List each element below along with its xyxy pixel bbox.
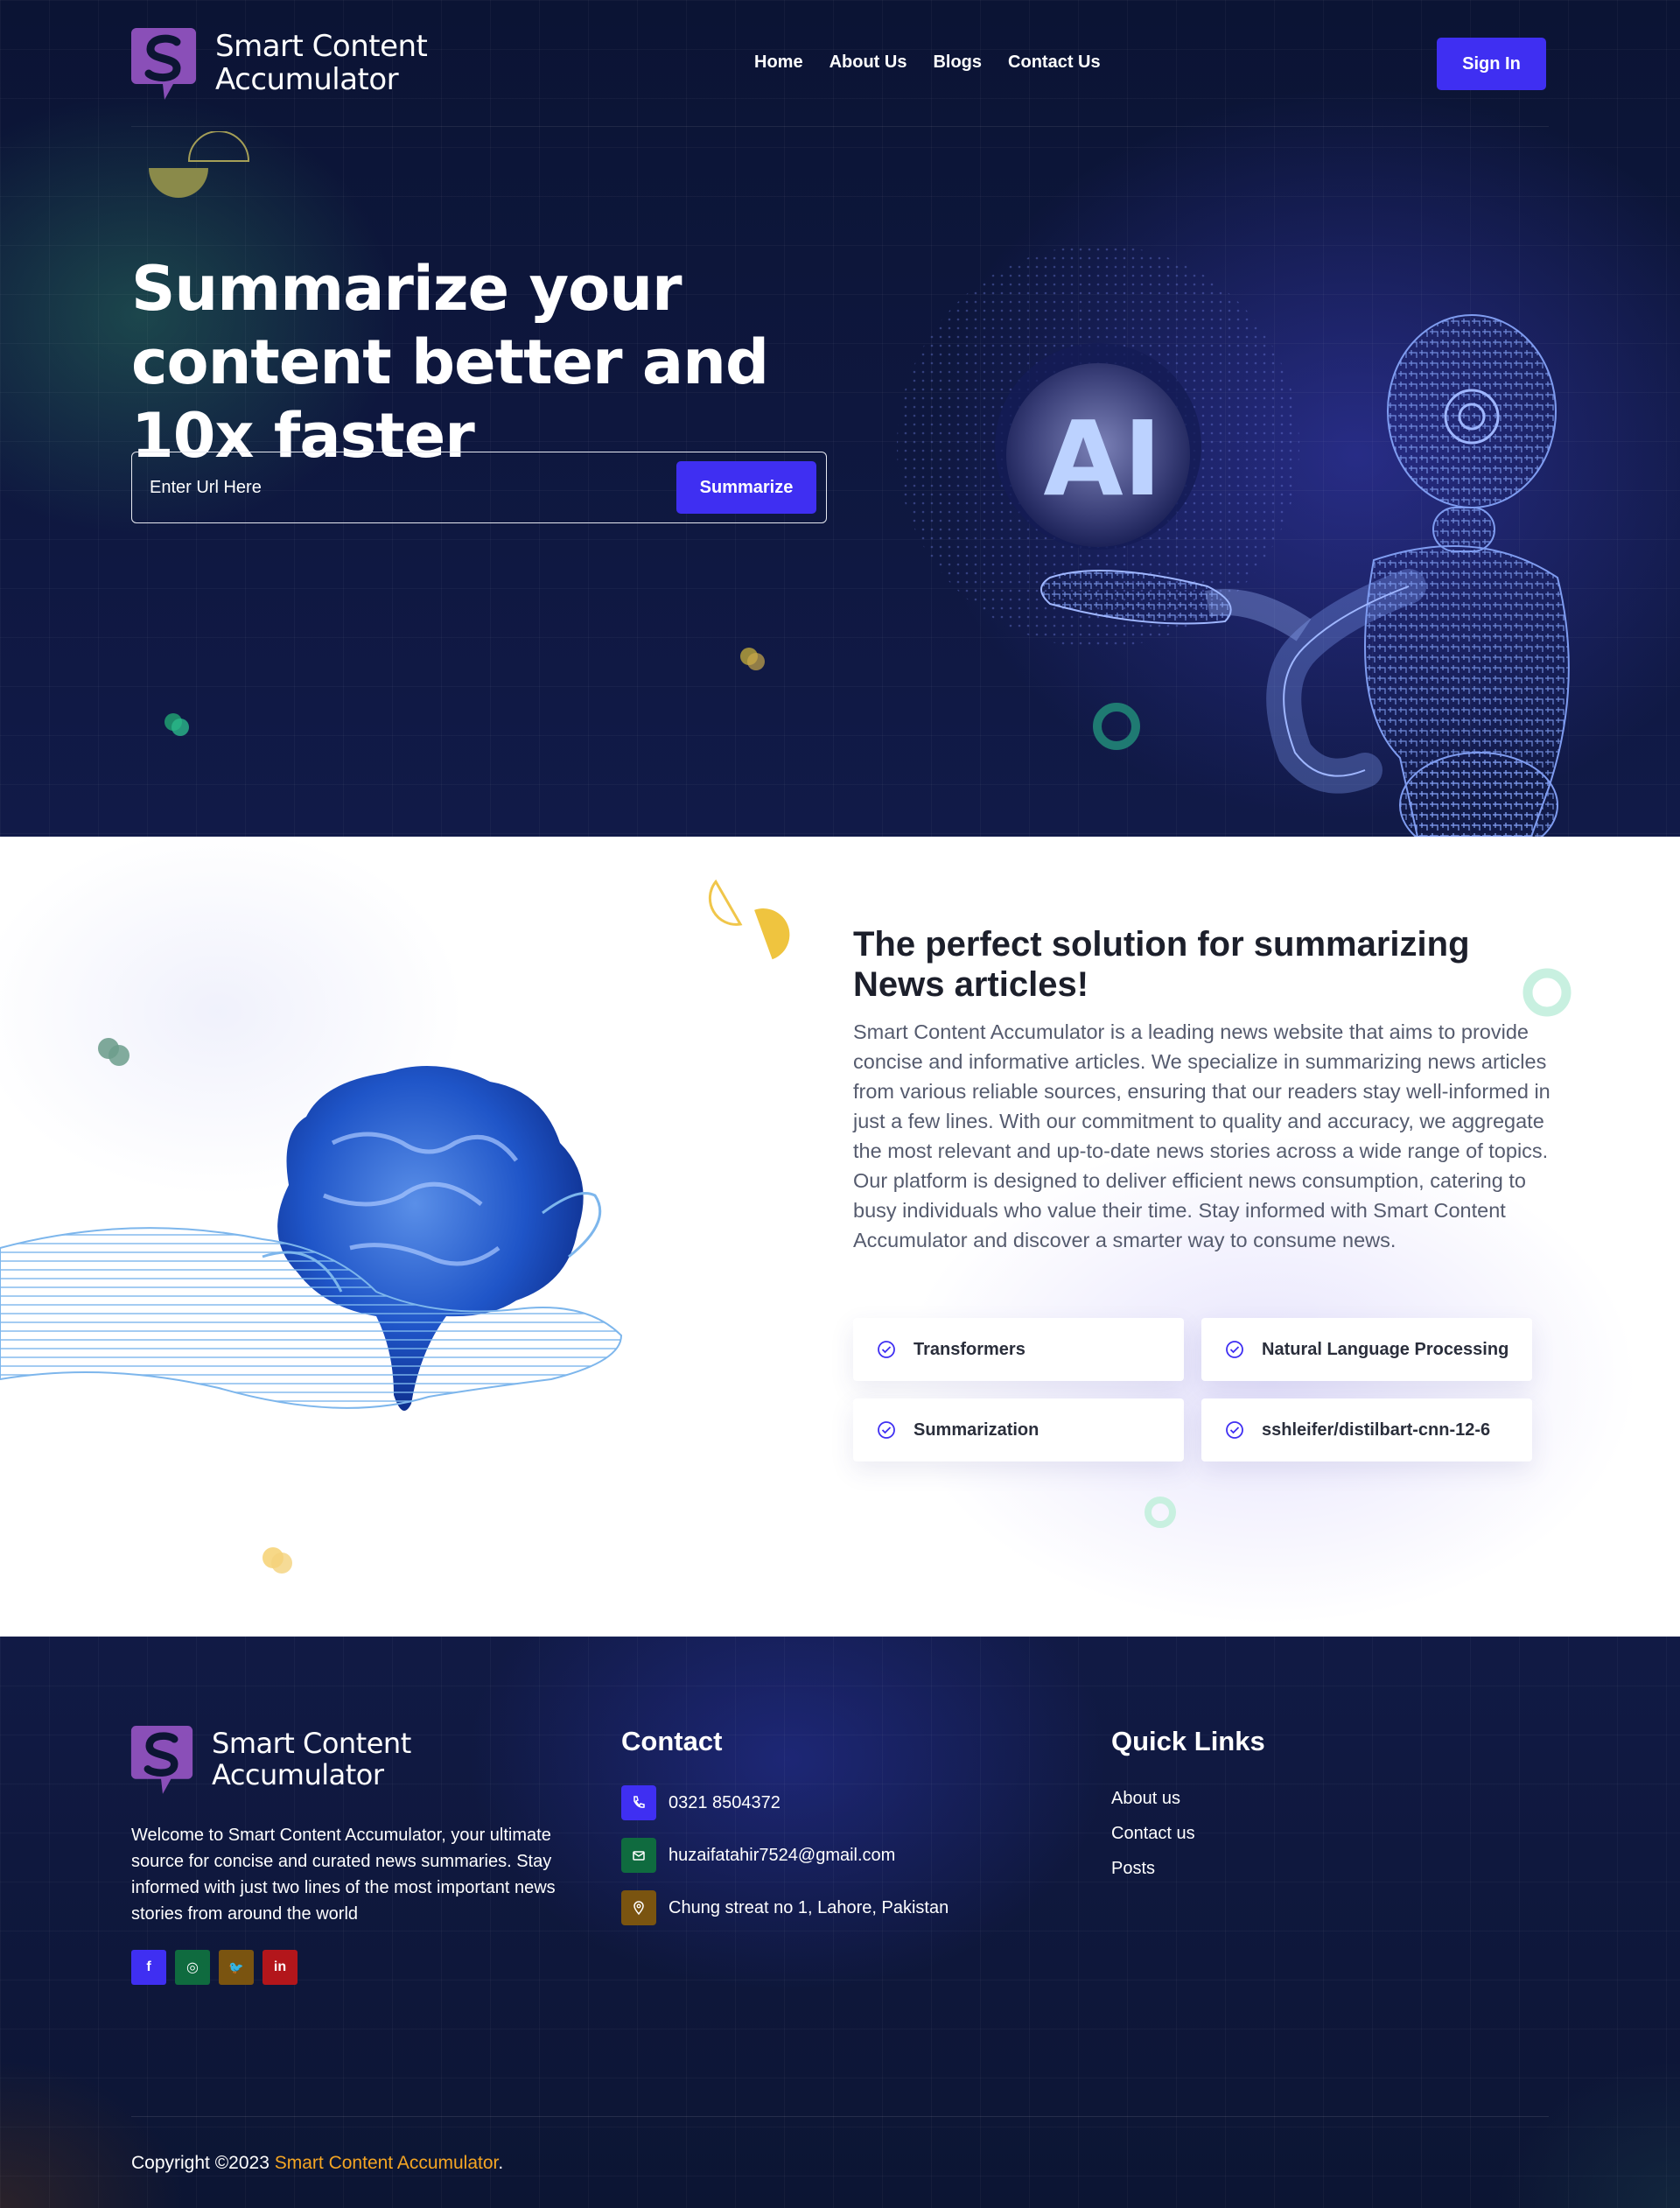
phone-icon [621, 1785, 656, 1820]
footer-divider [131, 2116, 1549, 2117]
about-description: Smart Content Accumulator is a leading n… [853, 1020, 1550, 1251]
feature-tag-label: Transformers [914, 1339, 1026, 1359]
dots-decoration [164, 713, 189, 736]
sign-in-button[interactable]: Sign In [1437, 38, 1546, 90]
ai-label: AI [1043, 398, 1161, 519]
about-section: The perfect solution for summarizing New… [0, 837, 1680, 1637]
summarize-button[interactable]: Summarize [676, 461, 816, 514]
twitter-icon[interactable]: 🐦 [219, 1950, 254, 1985]
logo-line-1: Smart Content [212, 1727, 411, 1760]
feature-tag-label: Natural Language Processing [1262, 1339, 1509, 1359]
copyright-prefix: Copyright ©2023 [131, 2153, 270, 2173]
contact-email-text: huzaifatahir7524@gmail.com [668, 1845, 896, 1865]
url-input[interactable] [150, 470, 640, 505]
ring-decoration [1144, 1497, 1176, 1528]
hero-section: Smart Content Accumulator Home About Us … [0, 0, 1680, 837]
quick-link-posts[interactable]: Posts [1111, 1859, 1155, 1879]
location-pin-icon [621, 1890, 656, 1925]
copyright: Copyright ©2023 Smart Content Accumulato… [131, 2153, 503, 2174]
feature-tag-label: Summarization [914, 1419, 1040, 1440]
feature-tag-label: sshleifer/distilbart-cnn-12-6 [1262, 1419, 1491, 1440]
dots-decoration [262, 1547, 292, 1574]
site-logo[interactable]: Smart Content Accumulator [130, 25, 428, 102]
logo-line-1: Smart Content [215, 29, 428, 64]
nav-blogs[interactable]: Blogs [933, 53, 982, 73]
quick-link-about-us[interactable]: About us [1111, 1789, 1180, 1809]
feature-tag: Summarization [853, 1398, 1184, 1461]
contact-address[interactable]: Chung streat no 1, Lahore, Pakistan [621, 1890, 948, 1925]
contact-phone-text: 0321 8504372 [668, 1792, 780, 1812]
brain-hand-illustration [0, 1066, 623, 1411]
facebook-icon[interactable]: f [131, 1950, 166, 1985]
feature-tag: Natural Language Processing [1201, 1318, 1532, 1381]
logo-line-2: Accumulator [215, 62, 399, 97]
main-nav: Home About Us Blogs Contact Us [754, 53, 1101, 73]
about-title: The perfect solution for summarizing New… [853, 925, 1470, 1004]
header-divider [131, 126, 1549, 127]
ai-robot-illustration: AI [897, 245, 1570, 837]
linkedin-icon[interactable]: in [262, 1950, 298, 1985]
contact-address-text: Chung streat no 1, Lahore, Pakistan [668, 1897, 949, 1917]
mail-icon [621, 1838, 656, 1873]
check-circle-icon [878, 1421, 895, 1439]
feature-tag: sshleifer/distilbart-cnn-12-6 [1201, 1398, 1532, 1461]
half-circles-decoration [708, 879, 790, 960]
check-circle-icon [1226, 1421, 1243, 1439]
contact-title: Contact [621, 1726, 723, 1756]
url-form: Summarize [131, 452, 827, 523]
quick-link-contact-us[interactable]: Contact us [1111, 1824, 1195, 1844]
hero-title: Summarize your content better and 10x fa… [131, 253, 769, 472]
footer-logo[interactable]: Smart Content Accumulator [130, 1722, 411, 1796]
copyright-suffix: . [498, 2153, 504, 2173]
copyright-brand-link[interactable]: Smart Content Accumulator [275, 2153, 499, 2173]
logo-line-2: Accumulator [212, 1758, 384, 1791]
quick-links-title: Quick Links [1111, 1726, 1265, 1756]
nav-home[interactable]: Home [754, 53, 803, 73]
feature-tags: Transformers Natural Language Processing… [853, 1318, 1532, 1461]
social-links: f ◎ 🐦 in [131, 1950, 298, 1985]
instagram-icon[interactable]: ◎ [175, 1950, 210, 1985]
nav-contact-us[interactable]: Contact Us [1008, 53, 1101, 73]
check-circle-icon [1226, 1341, 1243, 1358]
half-circles-decoration [149, 131, 250, 198]
feature-tag: Transformers [853, 1318, 1184, 1381]
contact-phone[interactable]: 0321 8504372 [621, 1785, 780, 1820]
contact-email[interactable]: huzaifatahir7524@gmail.com [621, 1838, 895, 1873]
footer-description: Welcome to Smart Content Accumulator, yo… [131, 1826, 556, 1924]
site-footer: Smart Content Accumulator Welcome to Sma… [0, 1637, 1680, 2208]
nav-about-us[interactable]: About Us [830, 53, 907, 73]
dots-decoration [740, 648, 765, 670]
logo-icon [131, 28, 196, 100]
logo-icon [130, 1726, 193, 1794]
check-circle-icon [878, 1341, 895, 1358]
